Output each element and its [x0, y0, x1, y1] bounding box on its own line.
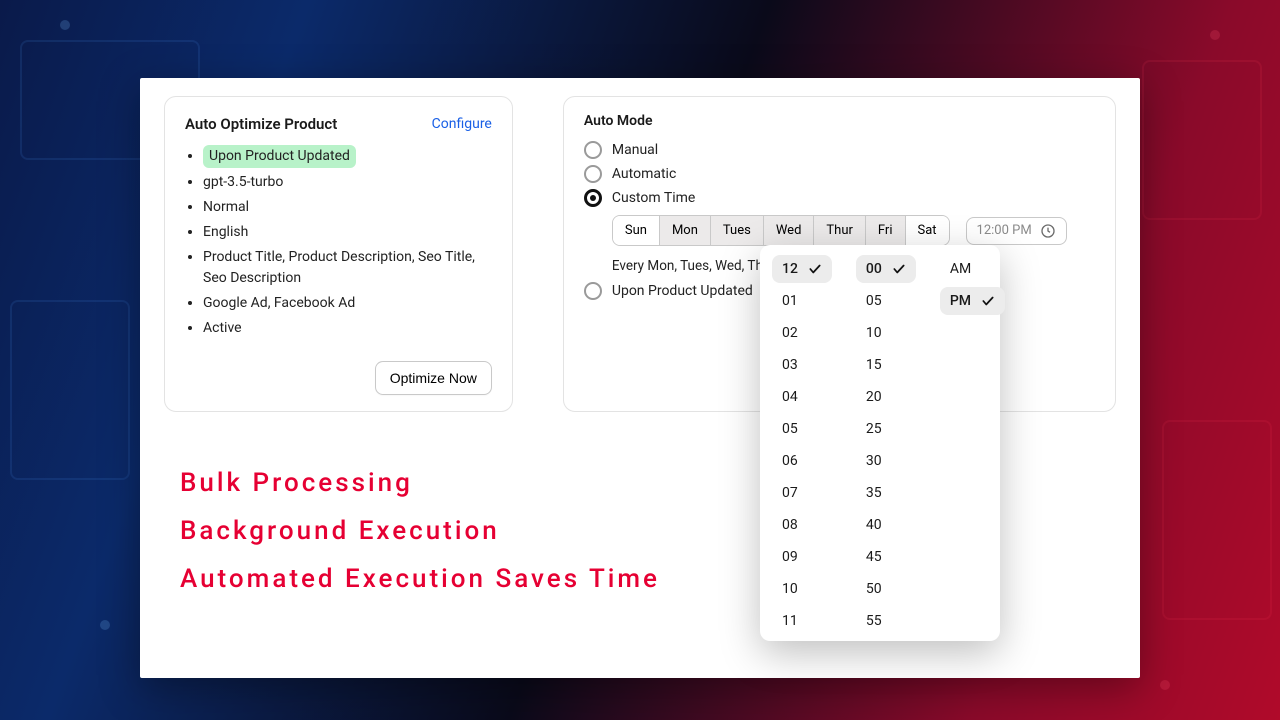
hour-option-08[interactable]: 08: [772, 511, 832, 539]
minute-column: 00 05 10 15 20 25 30 35 40 45 50 55: [856, 255, 916, 635]
minute-option-30[interactable]: 30: [856, 447, 916, 475]
optimize-now-button[interactable]: Optimize Now: [375, 361, 492, 395]
minute-option-00[interactable]: 00: [856, 255, 916, 283]
minute-option-10[interactable]: 10: [856, 319, 916, 347]
day-segmented-control: SunMonTuesWedThurFriSat: [612, 215, 950, 246]
radio-manual[interactable]: Manual: [584, 141, 1095, 159]
hour-option-02[interactable]: 02: [772, 319, 832, 347]
check-icon: [808, 262, 822, 276]
minute-option-55[interactable]: 55: [856, 607, 916, 635]
check-icon: [981, 294, 995, 308]
list-item: Google Ad, Facebook Ad: [203, 293, 492, 314]
day-fri[interactable]: Fri: [866, 216, 906, 245]
hour-option-06[interactable]: 06: [772, 447, 832, 475]
promo-text: Bulk Processing Background Execution Aut…: [180, 450, 660, 612]
list-item: gpt-3.5-turbo: [203, 172, 492, 193]
hour-option-12[interactable]: 12: [772, 255, 832, 283]
radio-label: Manual: [612, 142, 658, 158]
promo-line-3: Automated Execution Saves Time: [180, 564, 660, 594]
hour-option-05[interactable]: 05: [772, 415, 832, 443]
list-item: Active: [203, 318, 492, 339]
hour-option-11[interactable]: 11: [772, 607, 832, 635]
auto-optimize-card: Auto Optimize Product Configure Upon Pro…: [164, 96, 513, 412]
hour-column: 12 01 02 03 04 05 06 07 08 09 10 11: [772, 255, 832, 635]
promo-line-2: Background Execution: [180, 516, 660, 546]
promo-line-1: Bulk Processing: [180, 468, 660, 498]
minute-option-15[interactable]: 15: [856, 351, 916, 379]
radio-icon: [584, 141, 602, 159]
time-input[interactable]: 12:00 PM: [966, 217, 1067, 245]
hour-option-04[interactable]: 04: [772, 383, 832, 411]
auto-mode-title: Auto Mode: [584, 113, 1095, 129]
radio-label: Automatic: [612, 166, 676, 182]
day-tues[interactable]: Tues: [711, 216, 764, 245]
radio-label: Custom Time: [612, 190, 695, 206]
day-mon[interactable]: Mon: [660, 216, 711, 245]
radio-label: Upon Product Updated: [612, 283, 753, 299]
clock-icon: [1040, 223, 1056, 239]
radio-automatic[interactable]: Automatic: [584, 165, 1095, 183]
hour-option-01[interactable]: 01: [772, 287, 832, 315]
day-wed[interactable]: Wed: [764, 216, 815, 245]
hour-option-09[interactable]: 09: [772, 543, 832, 571]
radio-icon: [584, 189, 602, 207]
hour-option-03[interactable]: 03: [772, 351, 832, 379]
list-item: Upon Product Updated: [203, 145, 492, 168]
minute-option-35[interactable]: 35: [856, 479, 916, 507]
list-item: English: [203, 222, 492, 243]
ampm-option-pm[interactable]: PM: [940, 287, 1005, 315]
day-sun[interactable]: Sun: [613, 216, 660, 245]
auto-optimize-title: Auto Optimize Product: [185, 115, 337, 133]
day-thur[interactable]: Thur: [814, 216, 866, 245]
minute-option-05[interactable]: 05: [856, 287, 916, 315]
radio-custom-time[interactable]: Custom Time: [584, 189, 1095, 207]
time-input-value: 12:00 PM: [977, 223, 1032, 238]
radio-icon: [584, 165, 602, 183]
time-picker-dropdown: 12 01 02 03 04 05 06 07 08 09 10 11 00 05 10 15 20 25 30 3…: [760, 245, 1000, 641]
radio-icon: [584, 282, 602, 300]
ampm-option-am[interactable]: AM: [940, 255, 1005, 283]
highlight-pill: Upon Product Updated: [203, 145, 356, 168]
auto-optimize-list: Upon Product Updated gpt-3.5-turbo Normal E…: [185, 145, 492, 339]
day-sat[interactable]: Sat: [906, 216, 949, 245]
minute-option-25[interactable]: 25: [856, 415, 916, 443]
hour-option-07[interactable]: 07: [772, 479, 832, 507]
minute-option-20[interactable]: 20: [856, 383, 916, 411]
ampm-column: AM PM: [940, 255, 1005, 635]
list-item: Product Title, Product Description, Seo …: [203, 247, 492, 289]
check-icon: [892, 262, 906, 276]
configure-link[interactable]: Configure: [432, 116, 492, 132]
minute-option-40[interactable]: 40: [856, 511, 916, 539]
list-item: Normal: [203, 197, 492, 218]
minute-option-45[interactable]: 45: [856, 543, 916, 571]
hour-option-10[interactable]: 10: [772, 575, 832, 603]
minute-option-50[interactable]: 50: [856, 575, 916, 603]
